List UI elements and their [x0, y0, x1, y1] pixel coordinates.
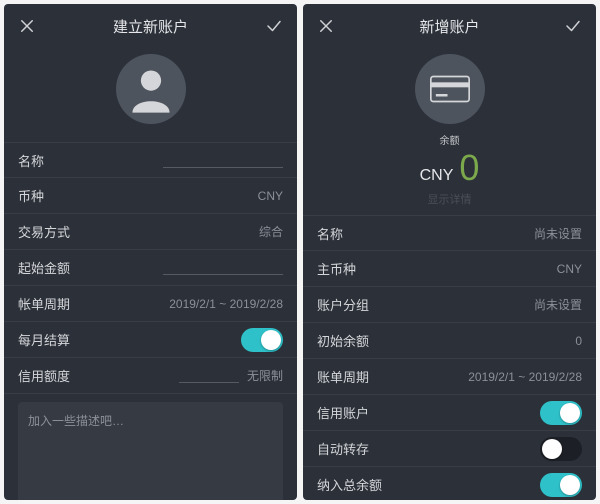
credit-input[interactable] [179, 368, 239, 383]
label: 每月结算 [18, 330, 70, 349]
add-account-screen: 新增账户 余额 CNY 0 显示详情 名称 尚未设置 主币种 CNY [303, 4, 596, 500]
label: 账户分组 [317, 295, 369, 314]
value: 尚未设置 [534, 225, 582, 242]
value: 2019/2/1 ~ 2019/2/28 [468, 370, 582, 384]
balance-display[interactable]: 余额 CNY 0 显示详情 [303, 132, 596, 207]
value: 2019/2/1 ~ 2019/2/28 [169, 297, 283, 311]
placeholder-text: 加入一些描述吧… [28, 414, 124, 428]
value: CNY [258, 189, 283, 203]
avatar-icon [116, 54, 186, 124]
value: 无限制 [247, 367, 283, 384]
card-icon [415, 54, 485, 124]
row-group[interactable]: 账户分组 尚未设置 [303, 287, 596, 323]
avatar-picker[interactable] [4, 54, 297, 124]
label: 信用额度 [18, 366, 70, 385]
page-title: 新增账户 [419, 16, 479, 37]
row-monthly-settle: 每月结算 [4, 322, 297, 358]
value: 尚未设置 [534, 296, 582, 313]
credit-toggle[interactable] [540, 401, 582, 425]
label: 纳入总余额 [317, 475, 382, 494]
description-textarea[interactable]: 加入一些描述吧… [18, 402, 283, 500]
row-currency[interactable]: 币种 CNY [4, 178, 297, 214]
account-icon-picker[interactable] [303, 54, 596, 124]
total-toggle[interactable] [540, 473, 582, 497]
label: 起始金额 [18, 258, 70, 277]
confirm-icon[interactable] [265, 17, 283, 35]
label: 信用账户 [317, 403, 369, 422]
row-auto-transfer: 自动转存 [303, 431, 596, 467]
label: 主币种 [317, 259, 356, 278]
row-tx-type[interactable]: 交易方式 综合 [4, 214, 297, 250]
label: 币种 [18, 186, 44, 205]
start-amount-input[interactable] [163, 260, 283, 275]
value: CNY [557, 262, 582, 276]
row-cycle[interactable]: 账单周期 2019/2/1 ~ 2019/2/28 [303, 359, 596, 395]
create-account-screen: 建立新账户 名称 币种 CNY 交易方式 综合 起始金额 [4, 4, 297, 500]
row-include-total: 纳入总余额 [303, 467, 596, 500]
label: 自动转存 [317, 439, 369, 458]
value: 综合 [259, 223, 283, 240]
header: 新增账户 [303, 4, 596, 48]
row-name[interactable]: 名称 尚未设置 [303, 215, 596, 251]
monthly-toggle[interactable] [241, 328, 283, 352]
row-init-balance[interactable]: 初始余额 0 [303, 323, 596, 359]
row-name[interactable]: 名称 [4, 142, 297, 178]
row-currency[interactable]: 主币种 CNY [303, 251, 596, 287]
name-input[interactable] [163, 153, 283, 168]
balance-sub: 显示详情 [303, 191, 596, 207]
row-cycle[interactable]: 帐单周期 2019/2/1 ~ 2019/2/28 [4, 286, 297, 322]
label: 名称 [18, 151, 44, 170]
label: 账单周期 [317, 367, 369, 386]
label: 交易方式 [18, 222, 70, 241]
close-icon[interactable] [18, 17, 36, 35]
balance-value: 0 [459, 147, 479, 189]
row-credit-account: 信用账户 [303, 395, 596, 431]
close-icon[interactable] [317, 17, 335, 35]
label: 名称 [317, 224, 343, 243]
balance-label: 余额 [303, 132, 596, 147]
label: 帐单周期 [18, 294, 70, 313]
row-start-amount[interactable]: 起始金额 [4, 250, 297, 286]
page-title: 建立新账户 [113, 16, 188, 37]
balance-currency: CNY [420, 167, 454, 185]
row-credit-limit[interactable]: 信用额度 无限制 [4, 358, 297, 394]
value: 0 [575, 334, 582, 348]
header: 建立新账户 [4, 4, 297, 48]
confirm-icon[interactable] [564, 17, 582, 35]
auto-toggle[interactable] [540, 437, 582, 461]
label: 初始余额 [317, 331, 369, 350]
